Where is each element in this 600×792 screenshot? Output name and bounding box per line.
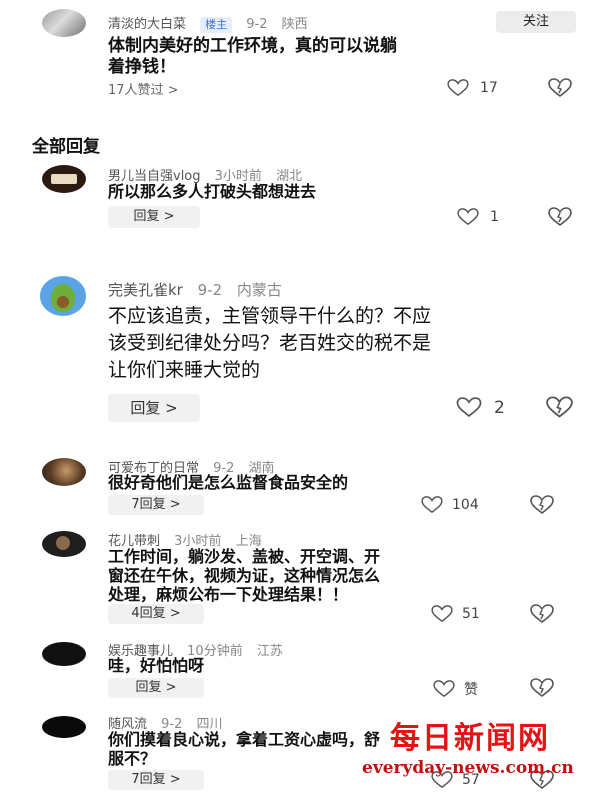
like-button[interactable]: 2: [456, 397, 505, 418]
heart-icon: [447, 79, 469, 97]
heart-icon: [433, 680, 455, 698]
heart-icon: [457, 208, 479, 226]
comment-location: 江苏: [256, 644, 283, 659]
comment-text-line: 服不？: [108, 749, 157, 768]
comment-text-line: 哇，好怕怕呀: [108, 656, 205, 675]
avatar[interactable]: [40, 276, 86, 316]
comment-text-line: 着挣钱！: [108, 57, 176, 77]
reply-button[interactable]: 4回复 >: [108, 604, 204, 624]
reply-button[interactable]: 回复 >: [108, 394, 200, 422]
like-button[interactable]: 104: [420, 496, 479, 514]
like-count: 1: [490, 209, 499, 225]
dislike-button[interactable]: [546, 396, 573, 419]
comment-time: 9-2: [197, 281, 223, 299]
heart-icon: [421, 496, 443, 514]
like-count: 17: [480, 80, 498, 96]
likes-summary-link[interactable]: 17人赞过 >: [108, 79, 179, 98]
dislike-button[interactable]: [548, 207, 572, 227]
reply-button[interactable]: 回复 >: [108, 206, 200, 228]
like-button[interactable]: 51: [430, 605, 480, 623]
comment-text: 很好奇他们是怎么监督食品安全的: [108, 473, 348, 493]
heart-icon: [431, 605, 453, 623]
dislike-heart-icon: [530, 678, 554, 698]
like-button[interactable]: 赞: [432, 679, 478, 699]
dislike-heart-icon: [530, 495, 554, 515]
comment-text-line: 很好奇他们是怎么监督食品安全的: [108, 473, 349, 492]
like-count: 104: [452, 497, 479, 513]
username[interactable]: 完美孔雀kr: [108, 281, 183, 299]
like-count: 2: [494, 397, 505, 418]
avatar[interactable]: [42, 642, 86, 666]
watermark-logo: 每日新闻网: [390, 721, 550, 756]
avatar[interactable]: [42, 716, 86, 738]
comment-text: 工作时间，躺沙发、盖被、开空调、开 窗还在午休，视频为证，这种情况怎么 处理，麻…: [108, 547, 380, 604]
dislike-button[interactable]: [530, 495, 554, 515]
comment-text-line: 该受到纪律处分吗？老百姓交的税不是: [108, 332, 432, 354]
comment-text-line: 所以那么多人打破头都想进去: [108, 182, 317, 201]
dislike-heart-icon: [530, 604, 554, 624]
comment-location: 内蒙古: [236, 281, 282, 299]
heart-icon: [456, 397, 482, 417]
username[interactable]: 清淡的大白菜: [108, 17, 186, 32]
dislike-button[interactable]: [530, 604, 554, 624]
like-button[interactable]: 17: [446, 79, 498, 97]
comment-text-line: 体制内美好的工作环境，真的可以说躺: [108, 36, 397, 56]
watermark-url: everyday-news.com.cn: [362, 758, 574, 778]
like-count: 赞: [464, 682, 478, 698]
avatar[interactable]: [42, 531, 86, 557]
avatar[interactable]: [42, 458, 86, 486]
comment-text-line: 让你们来睡大觉的: [108, 359, 261, 381]
comment-text-line: 不应该追责，主管领导干什么的？不应: [108, 305, 432, 327]
dislike-heart-icon: [548, 78, 572, 98]
comment-date: 9-2: [246, 17, 268, 32]
comment-text-line: 窗还在午休，视频为证，这种情况怎么: [108, 566, 381, 585]
reply-button[interactable]: 7回复 >: [108, 770, 204, 790]
comment-meta: 清淡的大白菜 楼主 9-2 陕西: [108, 13, 308, 33]
like-count: 51: [462, 606, 480, 622]
dislike-heart-icon: [546, 396, 573, 418]
comment-text-line: 工作时间，躺沙发、盖被、开空调、开: [108, 547, 381, 566]
comment-text: 你们摸着良心说，拿着工资心虚吗，舒 服不？: [108, 730, 380, 768]
comment-meta: 完美孔雀kr 9-2 内蒙古: [108, 279, 282, 300]
like-button[interactable]: 1: [456, 208, 499, 226]
avatar[interactable]: [42, 165, 86, 193]
comment-text: 不应该追责，主管领导干什么的？不应 该受到纪律处分吗？老百姓交的税不是 让你们来…: [108, 303, 431, 384]
comment-text-line: 你们摸着良心说，拿着工资心虚吗，舒: [108, 730, 381, 749]
comment-location: 陕西: [281, 17, 308, 32]
comment-text: 哇，好怕怕呀: [108, 656, 204, 676]
dislike-button[interactable]: [548, 78, 572, 98]
section-title: 全部回复: [32, 137, 100, 157]
comment-text-line: 处理，麻烦公布一下处理结果！！: [108, 585, 349, 604]
reply-button[interactable]: 回复 >: [108, 678, 204, 698]
follow-button[interactable]: 关注: [496, 11, 576, 33]
comment-text: 体制内美好的工作环境，真的可以说躺 着挣钱！: [108, 36, 397, 78]
dislike-button[interactable]: [530, 678, 554, 698]
comment-text: 所以那么多人打破头都想进去: [108, 181, 316, 202]
dislike-heart-icon: [548, 207, 572, 227]
owner-badge: 楼主: [200, 17, 233, 33]
avatar[interactable]: [42, 9, 86, 37]
reply-button[interactable]: 7回复 >: [108, 495, 204, 515]
